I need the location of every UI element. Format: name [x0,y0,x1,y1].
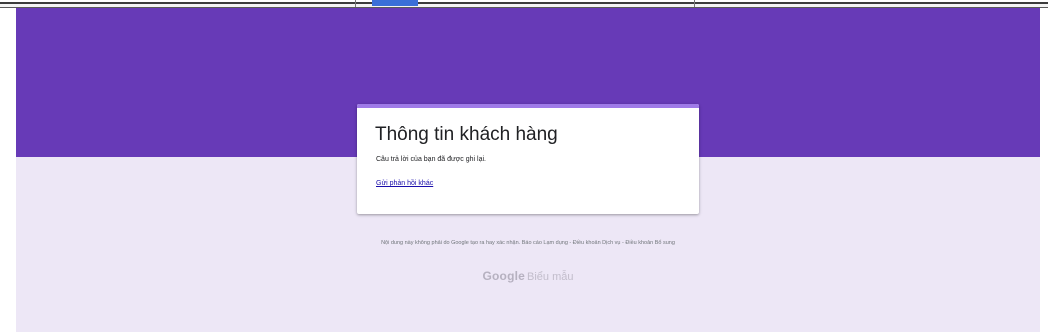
top-divider-left [355,0,356,7]
report-abuse-link[interactable]: Báo cáo Lạm dụng [522,240,568,246]
additional-terms-link[interactable]: Điều khoản Bổ sung [625,240,675,246]
confirmation-card: Thông tin khách hàng Câu trả lời của bạn… [357,104,699,214]
form-page: Thông tin khách hàng Câu trả lời của bạn… [16,8,1040,332]
right-margin [1040,8,1048,332]
card-accent-bar [357,104,699,108]
top-divider-right [694,0,695,7]
terms-of-service-link[interactable]: Điều khoản Dịch vụ [573,240,621,246]
confirmation-message: Câu trả lời của bạn đã được ghi lại. [376,156,486,163]
top-border [0,0,1048,4]
forms-wordmark: Biểu mẫu [527,271,574,283]
submit-another-response-link[interactable]: Gửi phản hồi khác [376,180,433,187]
google-forms-logo[interactable]: Google Biểu mẫu [357,267,699,285]
browser-top-strip [0,0,1048,8]
form-title: Thông tin khách hàng [375,124,558,145]
disclaimer-text: Nội dung này không phải do Google tạo ra… [381,240,522,246]
footer-disclaimer: Nội dung này không phải do Google tạo ra… [357,240,699,247]
google-wordmark: Google [482,269,526,283]
active-tab-indicator [372,0,418,6]
